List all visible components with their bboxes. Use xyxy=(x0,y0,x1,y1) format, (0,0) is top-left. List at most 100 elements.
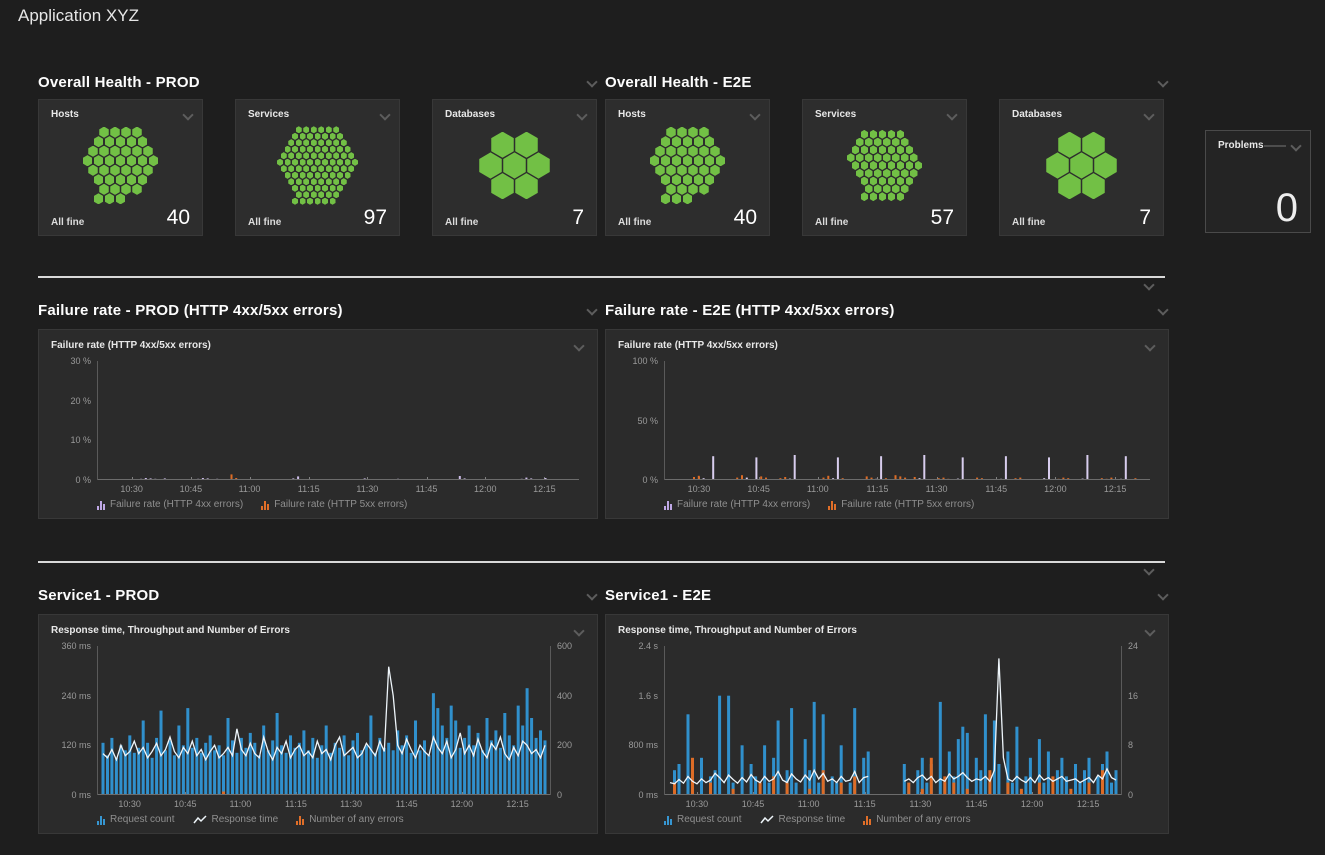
chevron-down-icon[interactable] xyxy=(1290,141,1302,151)
hexagon-healthy xyxy=(672,174,682,185)
hexagon-healthy xyxy=(694,174,704,185)
hexagon-healthy xyxy=(683,155,693,166)
hexagon-healthy xyxy=(491,132,514,158)
chevron-down-icon[interactable] xyxy=(573,626,585,636)
legend-item[interactable]: Failure rate (HTTP 4xx errors) xyxy=(664,499,810,510)
legend-item[interactable]: Response time xyxy=(760,814,846,825)
x-tick-label: 12:15 xyxy=(506,799,529,809)
chevron-down-icon[interactable] xyxy=(573,341,585,351)
chevron-down-icon[interactable] xyxy=(1144,626,1156,636)
hexagon-healthy xyxy=(281,152,287,159)
chevron-down-icon[interactable] xyxy=(946,110,958,120)
x-tick-label: 11:30 xyxy=(926,484,948,494)
hexagon-healthy xyxy=(897,192,905,201)
y-tick-label: 0 % xyxy=(75,475,91,485)
plot-area[interactable]: 10:3010:4511:0011:1511:3011:4512:0012:15 xyxy=(664,646,1122,795)
hexagon-healthy xyxy=(311,152,317,159)
plot-row: 360 ms240 ms120 ms0 ms 10:3010:4511:0011… xyxy=(51,646,585,795)
chevron-down-icon[interactable] xyxy=(586,590,598,600)
health-tile-hosts-prod[interactable]: Hosts All fine40 xyxy=(38,99,203,236)
tile-row: Hosts All fine40 Services All fine57 Dat… xyxy=(605,99,1169,236)
chevron-down-icon[interactable] xyxy=(1144,341,1156,351)
legend-item[interactable]: Request count xyxy=(664,814,742,825)
service1-e2e-chart-tile[interactable]: Response time, Throughput and Number of … xyxy=(605,614,1169,834)
health-tile-databases-prod[interactable]: Databases All fine7 xyxy=(432,99,597,236)
x-tick-label: 10:45 xyxy=(742,799,765,809)
hexagon-healthy xyxy=(322,172,328,179)
y-tick-label: 10 % xyxy=(70,435,91,445)
failure-rate-prod-chart-tile[interactable]: Failure rate (HTTP 4xx/5xx errors) 30 %2… xyxy=(38,329,598,519)
hexagon-healthy xyxy=(856,153,864,162)
hexagon-healthy xyxy=(345,159,351,166)
legend-item[interactable]: Failure rate (HTTP 4xx errors) xyxy=(97,499,243,510)
tile-label: Services xyxy=(248,109,289,120)
hexagon-healthy xyxy=(143,165,153,176)
chevron-down-icon[interactable] xyxy=(1157,590,1169,600)
hexagon-healthy xyxy=(1070,152,1093,178)
chevron-down-icon[interactable] xyxy=(1157,305,1169,315)
section-divider xyxy=(38,276,1165,278)
x-tick-label: 10:45 xyxy=(174,799,197,809)
legend-item[interactable]: Request count xyxy=(97,814,175,825)
chevron-down-icon[interactable] xyxy=(1143,110,1155,120)
legend-item[interactable]: Response time xyxy=(193,814,279,825)
hexagon-healthy xyxy=(99,165,109,176)
legend-label: Failure rate (HTTP 4xx errors) xyxy=(110,499,243,510)
y-tick-label: 240 ms xyxy=(61,691,91,701)
legend-item[interactable]: Failure rate (HTTP 5xx errors) xyxy=(828,499,974,510)
x-tick-label: 11:15 xyxy=(298,484,320,494)
legend-item[interactable]: Number of any errors xyxy=(863,814,970,825)
plot-row: 30 %20 %10 %0 % 10:3010:4511:0011:1511:3… xyxy=(51,361,585,480)
hexagon-healthy xyxy=(906,161,914,170)
hexagon-healthy xyxy=(910,153,918,162)
chevron-down-icon[interactable] xyxy=(576,110,588,120)
health-tile-databases-e2e[interactable]: Databases All fine7 xyxy=(999,99,1164,236)
hexagon-healthy xyxy=(672,193,682,204)
health-tile-services-e2e[interactable]: Services All fine57 xyxy=(802,99,967,236)
hexagon-healthy xyxy=(861,192,869,201)
chevron-down-icon[interactable] xyxy=(586,77,598,87)
hexagon-healthy xyxy=(892,138,900,147)
hexagon-healthy xyxy=(847,153,855,162)
health-tile-hosts-e2e[interactable]: Hosts All fine40 xyxy=(605,99,770,236)
chevron-down-icon[interactable] xyxy=(586,305,598,315)
legend-item[interactable]: Number of any errors xyxy=(296,814,403,825)
hex-honeycomb xyxy=(49,124,192,207)
service1-e2e-section: Service1 - E2E Response time, Throughput… xyxy=(605,585,1169,834)
hexagon-healthy xyxy=(121,165,131,176)
hexagon-healthy xyxy=(666,127,676,138)
hexagon-healthy xyxy=(705,136,715,147)
hexagon-healthy xyxy=(303,165,309,172)
hexagon-healthy xyxy=(897,145,905,154)
hexagon-healthy xyxy=(655,146,665,157)
chevron-down-icon[interactable] xyxy=(749,110,761,120)
hexagon-healthy xyxy=(341,178,347,185)
chevron-down-icon[interactable] xyxy=(379,110,391,120)
chevron-down-icon[interactable] xyxy=(1157,77,1169,87)
chevron-down-icon[interactable] xyxy=(1143,565,1155,575)
y-axis-right: 6004002000 xyxy=(551,646,585,795)
service1-prod-chart-tile[interactable]: Response time, Throughput and Number of … xyxy=(38,614,598,834)
hexagon-healthy xyxy=(292,198,298,205)
x-tick-label: 10:30 xyxy=(120,484,143,494)
hexagon-healthy xyxy=(479,152,502,178)
hexagon-healthy xyxy=(300,198,306,205)
legend-item[interactable]: Failure rate (HTTP 5xx errors) xyxy=(261,499,407,510)
plot-area[interactable]: 10:3010:4511:0011:1511:3011:4512:0012:15 xyxy=(97,646,551,795)
chevron-down-icon[interactable] xyxy=(182,110,194,120)
hexagon-healthy xyxy=(285,172,291,179)
chevron-down-icon[interactable] xyxy=(1143,280,1155,290)
health-tile-services-prod[interactable]: Services All fine97 xyxy=(235,99,400,236)
failure-rate-e2e-chart-tile[interactable]: Failure rate (HTTP 4xx/5xx errors) 100 %… xyxy=(605,329,1169,519)
hexagon-healthy xyxy=(288,178,294,185)
hexagon-healthy xyxy=(318,139,324,146)
y-tick-label: 16 xyxy=(1128,691,1138,701)
plot-area[interactable]: 10:3010:4511:0011:1511:3011:4512:0012:15 xyxy=(664,361,1150,480)
section-divider xyxy=(38,561,1165,563)
hexagon-healthy xyxy=(281,165,287,172)
x-tick-label: 11:30 xyxy=(909,799,931,809)
problems-tile[interactable]: Problems 0 xyxy=(1205,130,1311,233)
plot-area[interactable]: 10:3010:4511:0011:1511:3011:4512:0012:15 xyxy=(97,361,579,480)
legend-label: Failure rate (HTTP 5xx errors) xyxy=(274,499,407,510)
hexagon-healthy xyxy=(874,138,882,147)
